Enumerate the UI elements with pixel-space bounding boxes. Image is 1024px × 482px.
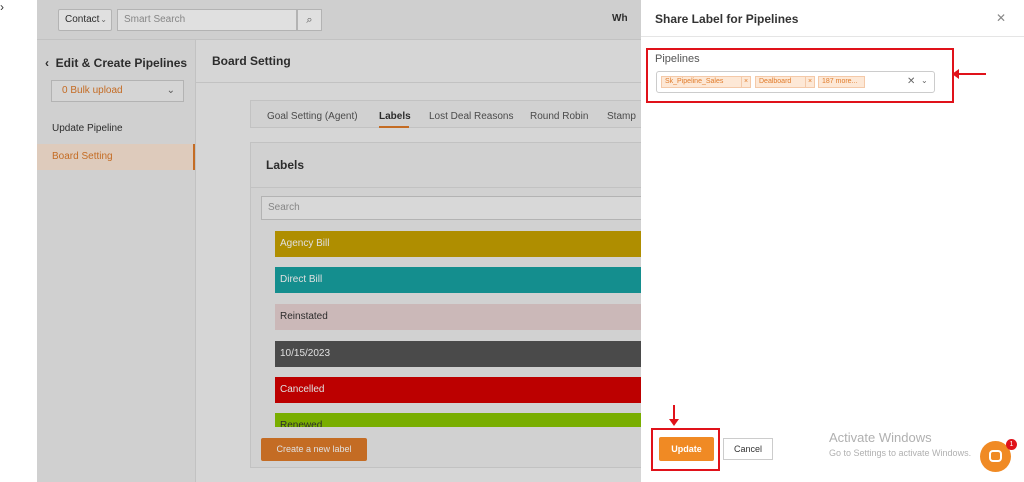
cancel-button[interactable]: Cancel bbox=[723, 438, 773, 460]
notification-badge: 1 bbox=[1006, 439, 1017, 450]
annotation-arrow-left bbox=[952, 69, 986, 79]
collapse-sidebar-button[interactable]: › bbox=[0, 0, 37, 482]
watermark-line1: Activate Windows bbox=[829, 430, 932, 445]
activate-windows-watermark: Activate Windows Go to Settings to activ… bbox=[829, 430, 971, 458]
annotation-highlight-pipelines bbox=[646, 48, 954, 103]
modal-backdrop[interactable] bbox=[37, 0, 641, 482]
close-icon[interactable]: ✕ bbox=[995, 12, 1007, 24]
watermark-line2: Go to Settings to activate Windows. bbox=[829, 448, 972, 458]
chat-widget-button[interactable]: 1 bbox=[980, 439, 1017, 472]
annotation-arrow-down bbox=[669, 405, 679, 426]
chat-icon bbox=[989, 450, 1002, 462]
divider bbox=[641, 36, 1024, 37]
annotation-highlight-update bbox=[651, 428, 720, 471]
modal-title: Share Label for Pipelines bbox=[655, 12, 799, 26]
